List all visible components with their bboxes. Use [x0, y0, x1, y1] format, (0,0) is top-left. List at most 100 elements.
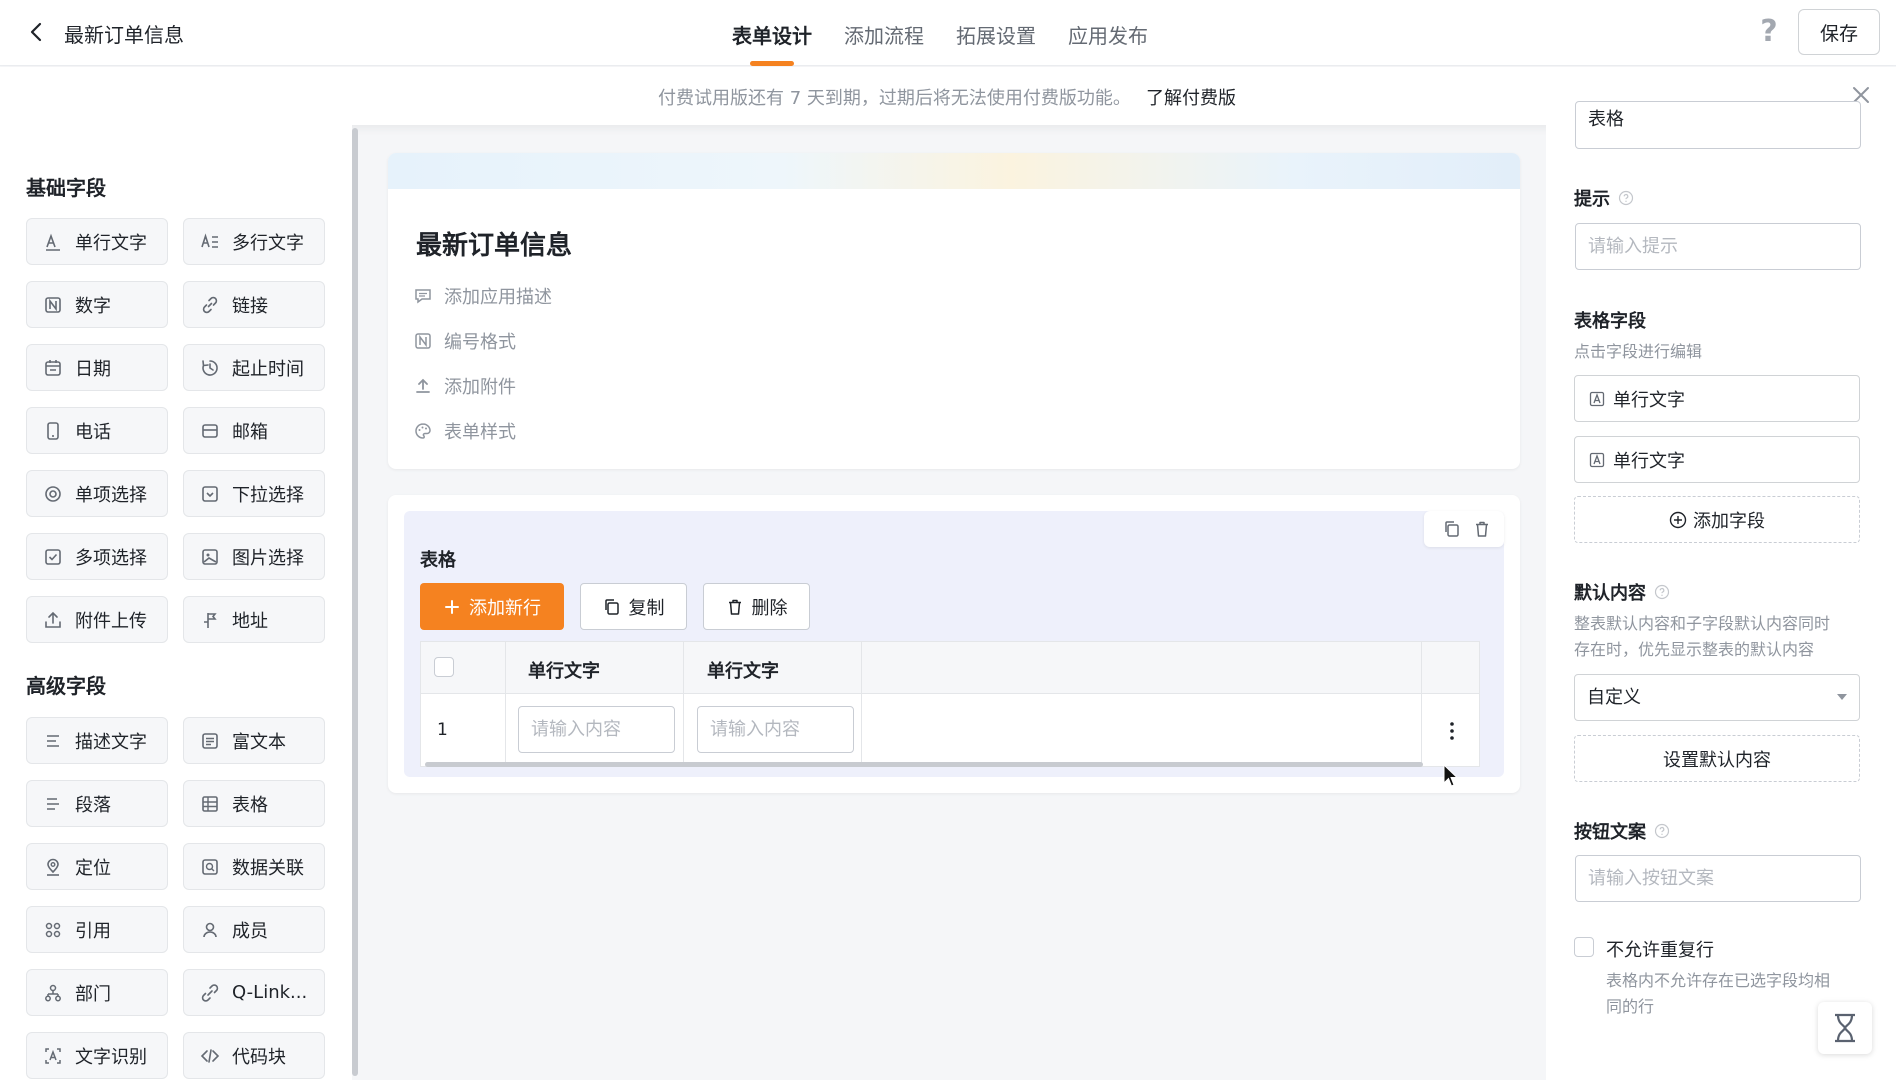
field-label: 邮箱	[232, 421, 268, 443]
field-single-line-text[interactable]: 单行文字	[26, 218, 168, 265]
no-duplicate-rows-label: 不允许重复行	[1606, 940, 1714, 961]
rich-text-icon	[202, 732, 218, 749]
subfield-label: 单行文字	[1613, 389, 1685, 411]
learn-paid-link[interactable]: 了解付费版	[1146, 84, 1236, 110]
field-address[interactable]: 地址	[183, 596, 325, 643]
reference-icon	[45, 922, 61, 937]
tab-app-publish[interactable]: 应用发布	[1068, 0, 1148, 66]
field-data-relation[interactable]: 数据关联	[183, 843, 325, 890]
cell-input[interactable]: 请输入内容	[518, 706, 675, 753]
field-single-choice[interactable]: 单项选择	[26, 470, 168, 517]
form-style[interactable]: 表单样式	[414, 418, 516, 444]
default-select-value: 自定义	[1587, 687, 1641, 708]
trial-banner-text: 付费试用版还有 7 天到期，过期后将无法使用付费版功能。	[658, 88, 1131, 109]
tab-extension-settings[interactable]: 拓展设置	[956, 0, 1036, 66]
add-row-label: 添加新行	[469, 597, 541, 619]
add-subfield-button[interactable]: 添加字段	[1574, 496, 1860, 543]
form-title[interactable]: 最新订单信息	[416, 225, 572, 262]
ocr-icon	[45, 1047, 61, 1064]
field-paragraph[interactable]: 段落	[26, 780, 168, 827]
back-arrow-icon[interactable]	[24, 19, 50, 45]
more-vertical-icon[interactable]	[1443, 720, 1461, 742]
description-icon	[47, 734, 59, 747]
address-icon	[204, 612, 217, 628]
field-label: 图片选择	[232, 547, 304, 569]
plus-circle-icon	[1669, 511, 1687, 528]
field-department[interactable]: 部门	[26, 969, 168, 1016]
code-icon	[200, 1048, 220, 1063]
help-icon[interactable]: ?	[1755, 16, 1783, 48]
table-field-card[interactable]: 表格 添加新行 复制 删除 单行文字 单行文字 1 请输入内容 请输入内容	[388, 495, 1520, 793]
paragraph-icon	[47, 797, 59, 810]
field-location[interactable]: 定位	[26, 843, 168, 890]
button-text-input[interactable]: 请输入按钮文案	[1575, 855, 1861, 902]
save-button[interactable]: 保存	[1798, 9, 1880, 55]
default-content-label: 默认内容	[1574, 579, 1670, 605]
help-circle-icon[interactable]	[1618, 190, 1634, 206]
set-default-content-button[interactable]: 设置默认内容	[1574, 735, 1860, 782]
palette-scrollbar[interactable]	[352, 128, 358, 1076]
cell-input[interactable]: 请输入内容	[697, 706, 854, 753]
table-subfield-item[interactable]: 单行文字	[1574, 375, 1860, 422]
field-phone[interactable]: 电话	[26, 407, 168, 454]
history-button[interactable]	[1818, 1002, 1872, 1054]
field-label: 数据关联	[232, 857, 304, 879]
tab-add-flow[interactable]: 添加流程	[844, 0, 924, 66]
main-tabs: 表单设计 添加流程 拓展设置 应用发布	[732, 0, 1180, 66]
select-all-checkbox[interactable]	[434, 657, 454, 677]
copy-icon	[604, 598, 619, 615]
no-duplicate-rows-checkbox[interactable]	[1574, 937, 1594, 957]
field-number[interactable]: 数字	[26, 281, 168, 328]
field-member[interactable]: 成员	[183, 906, 325, 953]
field-multi-choice[interactable]: 多项选择	[26, 533, 168, 580]
add-row-button[interactable]: 添加新行	[420, 583, 564, 630]
button-text-label-text: 按钮文案	[1574, 822, 1646, 843]
field-label: 成员	[232, 920, 268, 942]
field-dropdown[interactable]: 下拉选择	[183, 470, 325, 517]
field-code-block[interactable]: 代码块	[183, 1032, 325, 1079]
delete-row-button[interactable]: 删除	[703, 583, 810, 630]
plus-icon	[445, 599, 459, 614]
option-label: 表单样式	[444, 422, 516, 443]
field-reference[interactable]: 引用	[26, 906, 168, 953]
add-app-description[interactable]: 添加应用描述	[414, 283, 552, 309]
field-date[interactable]: 日期	[26, 344, 168, 391]
tab-form-design[interactable]: 表单设计	[732, 0, 812, 66]
copy-icon[interactable]	[1443, 520, 1461, 538]
field-label: 部门	[75, 983, 111, 1005]
copy-row-button[interactable]: 复制	[580, 583, 687, 630]
field-table[interactable]: 表格	[183, 780, 325, 827]
field-title-input[interactable]: 表格	[1575, 101, 1861, 149]
hint-input[interactable]: 请输入提示	[1575, 223, 1861, 270]
field-ocr[interactable]: 文字识别	[26, 1032, 168, 1079]
text-field-icon	[1589, 391, 1605, 406]
field-label: 段落	[75, 794, 111, 816]
field-multi-line-text[interactable]: 多行文字	[183, 218, 325, 265]
field-attachment-upload[interactable]: 附件上传	[26, 596, 168, 643]
field-email[interactable]: 邮箱	[183, 407, 325, 454]
field-toolbar	[1424, 511, 1504, 547]
default-content-desc: 整表默认内容和子字段默认内容同时	[1574, 614, 1831, 633]
help-circle-icon[interactable]	[1654, 823, 1670, 839]
trash-icon	[728, 599, 741, 615]
field-image-choice[interactable]: 图片选择	[183, 533, 325, 580]
field-q-link[interactable]: Q-Link...	[183, 969, 325, 1016]
table-subfield-item[interactable]: 单行文字	[1574, 436, 1860, 483]
trash-icon[interactable]	[1473, 520, 1491, 538]
field-time-range[interactable]: 起止时间	[183, 344, 325, 391]
table-field-selected[interactable]: 表格 添加新行 复制 删除 单行文字 单行文字 1 请输入内容 请输入内容	[404, 511, 1504, 777]
field-link[interactable]: 链接	[183, 281, 325, 328]
help-circle-icon[interactable]	[1654, 584, 1670, 600]
checkbox-icon	[45, 548, 61, 565]
field-label: 描述文字	[75, 731, 147, 753]
add-attachment[interactable]: 添加附件	[414, 373, 516, 399]
phone-icon	[47, 421, 59, 440]
field-rich-text[interactable]: 富文本	[183, 717, 325, 764]
table-fields-sub: 点击字段进行编辑	[1574, 342, 1703, 361]
default-content-select[interactable]: 自定义	[1574, 674, 1860, 721]
number-format[interactable]: 编号格式	[414, 328, 516, 354]
field-description-text[interactable]: 描述文字	[26, 717, 168, 764]
default-content-label-text: 默认内容	[1574, 583, 1646, 604]
no-duplicate-rows-desc: 表格内不允许存在已选字段均相	[1606, 971, 1831, 990]
table-horizontal-scrollbar[interactable]	[425, 762, 1423, 767]
